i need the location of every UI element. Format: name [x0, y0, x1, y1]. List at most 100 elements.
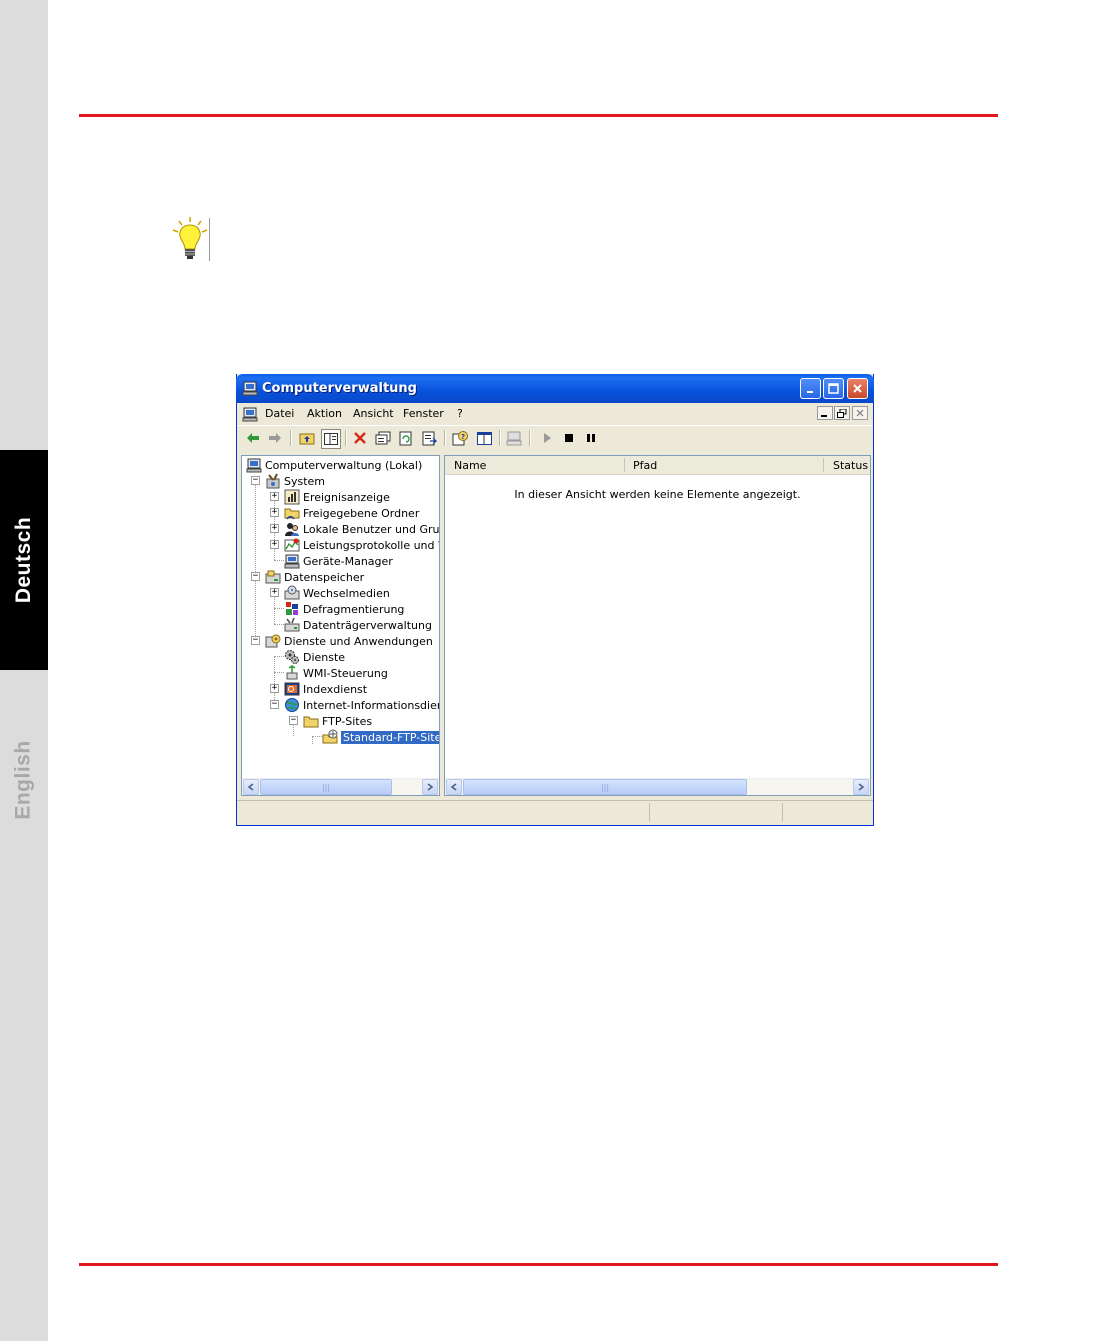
status-bar [237, 800, 873, 825]
collapse-toggle[interactable]: − [289, 716, 298, 725]
properties-icon[interactable] [374, 429, 392, 447]
scroll-thumb[interactable]: ||| [463, 779, 747, 795]
expand-toggle[interactable]: + [270, 508, 279, 517]
back-icon[interactable] [244, 429, 262, 447]
disk-management-icon [284, 617, 300, 633]
minimize-button[interactable] [800, 378, 821, 399]
export-icon[interactable] [420, 429, 438, 447]
column-header-name[interactable]: Name [454, 459, 486, 472]
refresh-icon[interactable] [397, 429, 415, 447]
tab-english[interactable]: English [0, 690, 48, 870]
computer-icon[interactable] [505, 429, 523, 447]
maximize-button[interactable] [823, 378, 844, 399]
expand-toggle[interactable]: + [270, 588, 279, 597]
tree-item-ereignisanzeige[interactable]: Ereignisanzeige [284, 489, 390, 505]
mdi-close-button[interactable] [852, 406, 868, 420]
tree-item-lokale-benutzer[interactable]: Lokale Benutzer und Gruppe [284, 521, 439, 537]
collapse-toggle[interactable]: − [251, 572, 260, 581]
ftp-site-icon [322, 729, 338, 745]
wmi-icon [284, 665, 300, 681]
expand-toggle[interactable]: + [270, 492, 279, 501]
scroll-right-button[interactable] [422, 779, 438, 795]
pause-icon[interactable] [582, 429, 600, 447]
menu-aktion[interactable]: Aktion [307, 407, 342, 420]
tree-connector [312, 736, 313, 744]
scroll-thumb[interactable]: ||| [260, 779, 392, 795]
shared-folder-icon [284, 505, 300, 521]
lightbulb-tip-icon [170, 216, 214, 262]
tree-item-datentraegerverwaltung[interactable]: Datenträgerverwaltung [284, 617, 432, 633]
scroll-right-button[interactable] [853, 779, 869, 795]
close-button[interactable] [847, 378, 868, 399]
mdi-minimize-button[interactable] [817, 406, 833, 420]
iis-icon [284, 697, 300, 713]
collapse-toggle[interactable]: − [270, 700, 279, 709]
list-horizontal-scrollbar[interactable]: ||| [445, 778, 870, 795]
scroll-left-button[interactable] [243, 779, 259, 795]
forward-icon[interactable] [266, 429, 284, 447]
tree-connector [274, 608, 284, 609]
language-sidebar [0, 0, 48, 1341]
up-folder-icon[interactable] [298, 429, 316, 447]
services-icon [284, 649, 300, 665]
tree-item-indexdienst[interactable]: Indexdienst [284, 681, 367, 697]
column-divider[interactable] [624, 458, 625, 472]
tree-pane: Computerverwaltung (Lokal) − System + Er… [241, 455, 440, 796]
menu-ansicht[interactable]: Ansicht [353, 407, 394, 420]
tree-item-wechselmedien[interactable]: Wechselmedien [284, 585, 390, 601]
tree-horizontal-scrollbar[interactable]: ||| [242, 778, 439, 795]
show-tree-icon[interactable] [321, 429, 341, 449]
tab-deutsch[interactable]: Deutsch [0, 450, 48, 670]
menu-fenster[interactable]: Fenster [403, 407, 444, 420]
expand-toggle[interactable]: + [270, 540, 279, 549]
help-icon[interactable]: ? [451, 429, 469, 447]
tree-item-label: Wechselmedien [303, 586, 390, 600]
mdi-restore-button[interactable] [834, 406, 850, 420]
tree-item-datenspeicher[interactable]: Datenspeicher [265, 569, 364, 585]
expand-toggle[interactable]: + [270, 684, 279, 693]
delete-icon[interactable] [351, 429, 369, 447]
storage-icon [265, 569, 281, 585]
column-divider[interactable] [823, 458, 824, 472]
menu-bar: Datei Aktion Ansicht Fenster ? [237, 403, 873, 425]
window-title: Computerverwaltung [262, 381, 417, 396]
list-pane: Name Pfad Status In dieser Ansicht werde… [444, 455, 871, 796]
tree-item-system[interactable]: System [265, 473, 325, 489]
tree-connector [274, 624, 284, 625]
menu-help[interactable]: ? [457, 407, 463, 420]
tree-item-geraete-manager[interactable]: Geräte-Manager [284, 553, 393, 569]
index-icon [284, 681, 300, 697]
tip-divider [209, 218, 210, 261]
title-bar[interactable]: Computerverwaltung [236, 374, 874, 403]
tree-item-dienste-anwendungen[interactable]: Dienste und Anwendungen [265, 633, 433, 649]
tree-item-label: Dienste und Anwendungen [284, 634, 433, 648]
tree-item-computerverwaltung[interactable]: Computerverwaltung (Lokal) [246, 457, 422, 473]
tree-item-freigegebene-ordner[interactable]: Freigegebene Ordner [284, 505, 419, 521]
collapse-toggle[interactable]: − [251, 476, 260, 485]
stop-icon[interactable] [560, 429, 578, 447]
tree-item-standard-ftp-site[interactable]: Standard-FTP-Site [322, 729, 439, 745]
tree-item-label: Freigegebene Ordner [303, 506, 420, 520]
tree-item-wmi-steuerung[interactable]: WMI-Steuerung [284, 665, 388, 681]
list-header: Name Pfad Status [445, 456, 870, 475]
tree-item-ftp-sites[interactable]: FTP-Sites [303, 713, 372, 729]
tree-item-iis[interactable]: Internet-Informationsdienst [284, 697, 439, 713]
scroll-left-button[interactable] [446, 779, 462, 795]
tree-item-label: Datenspeicher [284, 570, 365, 584]
collapse-toggle[interactable]: − [251, 636, 260, 645]
tree-item-defragmentierung[interactable]: Defragmentierung [284, 601, 404, 617]
empty-list-message: In dieser Ansicht werden keine Elemente … [514, 488, 801, 501]
expand-toggle[interactable]: + [270, 524, 279, 533]
play-icon[interactable] [538, 429, 556, 447]
tree-item-dienste[interactable]: Dienste [284, 649, 345, 665]
tree-connector [274, 672, 284, 673]
tree-connector [274, 656, 284, 657]
tree-item-leistungsprotokolle[interactable]: Leistungsprotokolle und War [284, 537, 439, 553]
menu-datei[interactable]: Datei [265, 407, 294, 420]
console-window-icon[interactable] [242, 406, 258, 425]
console-icon[interactable] [475, 429, 493, 447]
tree-item-label: Standard-FTP-Site [341, 730, 439, 744]
column-header-pfad[interactable]: Pfad [633, 459, 657, 472]
column-header-status[interactable]: Status [833, 459, 868, 472]
tree-item-label: FTP-Sites [322, 714, 373, 728]
